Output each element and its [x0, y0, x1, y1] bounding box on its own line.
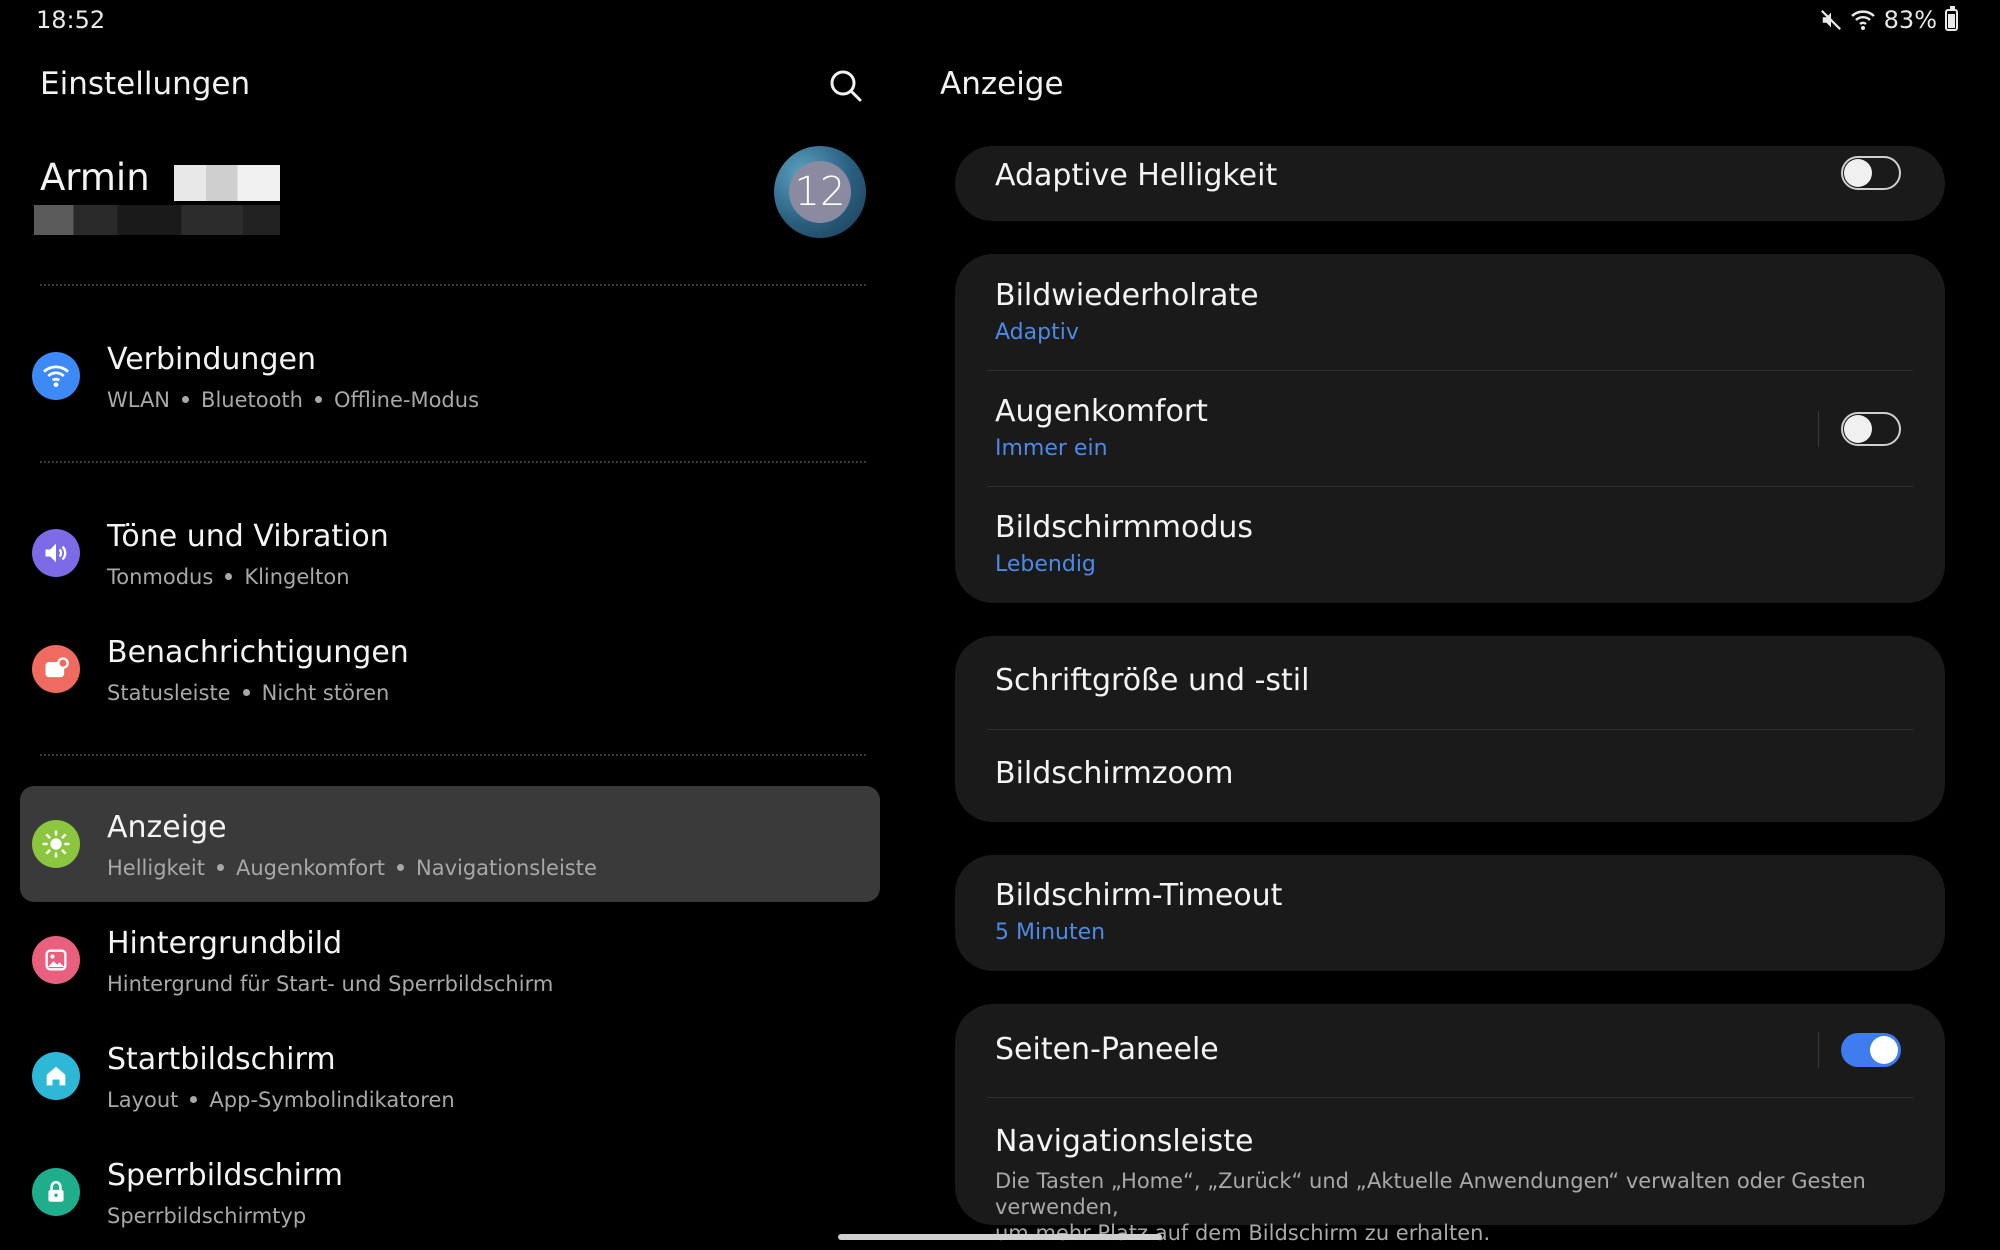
sidebar-item-benachrichtigungen[interactable]: Benachrichtigungen Statusleiste Nicht stö… — [20, 611, 880, 727]
sidebar-item-anzeige[interactable]: Anzeige Helligkeit Augenkomfort Navigation… — [20, 786, 880, 902]
screen-mode-value: Lebendig — [995, 552, 1096, 577]
gesture-home-bar[interactable] — [838, 1234, 1162, 1240]
redacted-account — [34, 205, 280, 235]
refresh-rate-label: Bildwiederholrate — [995, 278, 1259, 313]
card-edge-nav: Seiten-Paneele Navigationsleiste Die Tas… — [955, 1004, 1945, 1245]
card-display-modes: Bildwiederholrate Adaptiv Augenkomfort I… — [955, 254, 1945, 603]
sidebar-item-label: Benachrichtigungen — [107, 635, 409, 670]
wifi-icon — [32, 352, 80, 400]
screen-zoom-label: Bildschirmzoom — [995, 756, 1234, 791]
divider — [1818, 1032, 1819, 1068]
battery-percent: 83% — [1883, 6, 1937, 34]
status-icons: 83% — [1820, 6, 1958, 34]
status-time: 18:52 — [36, 6, 106, 34]
avatar[interactable]: 12 — [774, 146, 866, 238]
battery-icon — [1945, 6, 1958, 31]
card-font-zoom: Schriftgröße und -stil Bildschirmzoom — [955, 636, 1945, 822]
speaker-icon — [32, 529, 80, 577]
font-size-style-label: Schriftgröße und -stil — [995, 663, 1310, 698]
sidebar-item-subtitle: Hintergrund für Start- und Sperrbildschi… — [107, 972, 554, 996]
edge-panels-row[interactable]: Seiten-Paneele — [955, 1004, 1945, 1096]
search-button[interactable] — [826, 66, 866, 106]
sidebar-item-label: Hintergrundbild — [107, 926, 343, 961]
image-icon — [32, 936, 80, 984]
card-adaptive-brightness: Adaptive Helligkeit — [955, 146, 1945, 221]
eye-comfort-row[interactable]: Augenkomfort Immer ein — [955, 371, 1945, 487]
profile-name[interactable]: Armin — [40, 156, 150, 199]
sun-icon — [32, 820, 80, 868]
sidebar-item-label: Startbildschirm — [107, 1042, 336, 1077]
eye-comfort-label: Augenkomfort — [995, 394, 1208, 429]
home-icon — [32, 1052, 80, 1100]
sidebar-item-label: Verbindungen — [107, 342, 316, 377]
screen-mode-row[interactable]: Bildschirmmodus Lebendig — [955, 487, 1945, 603]
sidebar-item-hintergrundbild[interactable]: Hintergrundbild Hintergrund für Start- u… — [20, 902, 880, 1018]
settings-title: Einstellungen — [40, 66, 251, 102]
screen-zoom-row[interactable]: Bildschirmzoom — [955, 730, 1945, 822]
wifi-icon — [1850, 10, 1875, 30]
divider — [1818, 411, 1819, 447]
refresh-rate-row[interactable]: Bildwiederholrate Adaptiv — [955, 254, 1945, 370]
eye-comfort-value: Immer ein — [995, 436, 1108, 461]
mute-icon — [1820, 10, 1841, 30]
sidebar-item-subtitle: Statusleiste Nicht stören — [107, 681, 390, 705]
sidebar-item-startbildschirm[interactable]: Startbildschirm Layout App-Symbolindikato… — [20, 1018, 880, 1134]
adaptive-brightness-row[interactable]: Adaptive Helligkeit — [955, 146, 1945, 221]
page-title: Anzeige — [940, 66, 1064, 102]
edge-panels-label: Seiten-Paneele — [995, 1032, 1219, 1067]
navigation-bar-label: Navigationsleiste — [995, 1124, 1254, 1159]
sidebar-item-sperrbildschirm[interactable]: Sperrbildschirm Sperrbildschirmtyp — [20, 1134, 880, 1250]
navigation-bar-row[interactable]: Navigationsleiste Die Tasten „Home“, „Zu… — [955, 1098, 1945, 1245]
screen-timeout-row[interactable]: Bildschirm-Timeout 5 Minuten — [955, 855, 1945, 971]
notification-icon — [32, 645, 80, 693]
sidebar-item-label: Sperrbildschirm — [107, 1158, 343, 1193]
sidebar-item-label: Töne und Vibration — [107, 519, 389, 554]
font-size-style-row[interactable]: Schriftgröße und -stil — [955, 636, 1945, 729]
sidebar-item-subtitle: WLAN Bluetooth Offline-Modus — [107, 388, 480, 412]
screen-timeout-label: Bildschirm-Timeout — [995, 878, 1283, 913]
eye-comfort-toggle[interactable] — [1841, 412, 1901, 446]
edge-panels-toggle[interactable] — [1841, 1033, 1901, 1067]
search-icon — [830, 70, 862, 102]
adaptive-brightness-label: Adaptive Helligkeit — [995, 158, 1278, 193]
sidebar-item-subtitle: Layout App-Symbolindikatoren — [107, 1088, 455, 1112]
sidebar-item-verbindungen[interactable]: Verbindungen WLAN Bluetooth Offline-Modus — [20, 318, 880, 434]
sidebar-item-subtitle: Helligkeit Augenkomfort Navigationsleiste — [107, 856, 597, 880]
divider — [40, 754, 866, 756]
divider — [40, 284, 866, 286]
redacted-name — [174, 165, 280, 201]
screen-timeout-value: 5 Minuten — [995, 920, 1106, 945]
lock-icon — [32, 1168, 80, 1216]
screen-mode-label: Bildschirmmodus — [995, 510, 1254, 545]
sidebar-item-subtitle: Tonmodus Klingelton — [107, 565, 350, 589]
sidebar-item-subtitle: Sperrbildschirmtyp — [107, 1204, 307, 1228]
sidebar-item-toene[interactable]: Töne und Vibration Tonmodus Klingelton — [20, 495, 880, 611]
avatar-badge: 12 — [789, 161, 851, 223]
card-timeout: Bildschirm-Timeout 5 Minuten — [955, 855, 1945, 971]
adaptive-brightness-toggle[interactable] — [1841, 156, 1901, 190]
sidebar-item-label: Anzeige — [107, 810, 227, 845]
divider — [40, 461, 866, 463]
refresh-rate-value: Adaptiv — [995, 320, 1079, 345]
